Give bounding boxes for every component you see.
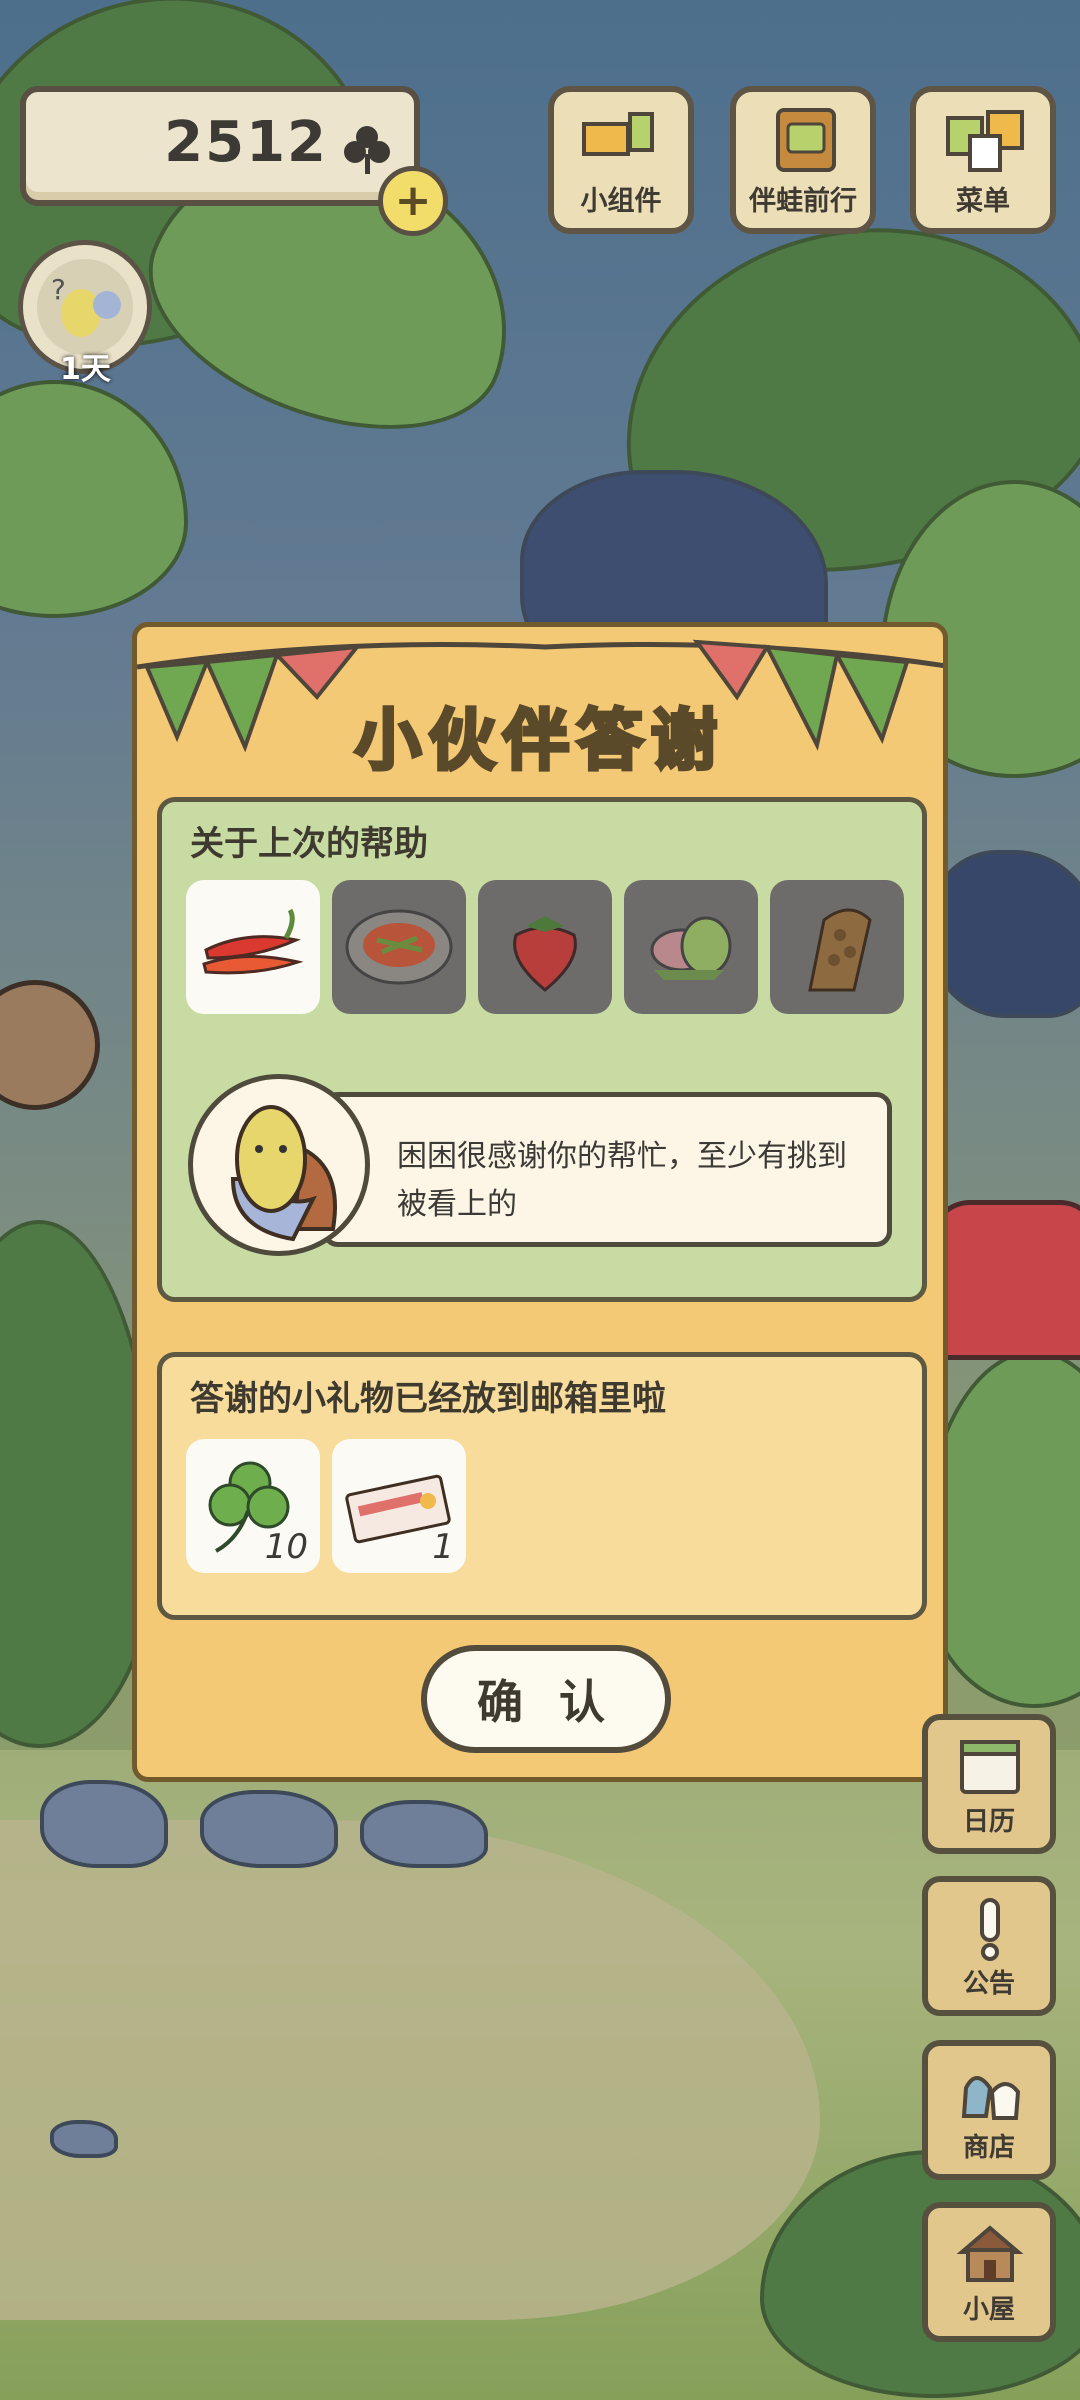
house-label: 小屋 [962,2295,1015,2325]
salad-plate-icon [345,909,453,985]
notice-label: 公告 [962,1969,1015,1999]
widget-icon [582,112,654,156]
notice-icon [980,1898,1000,1961]
calendar-button[interactable]: 日历 [922,1714,1056,1854]
add-clover-button[interactable]: + [378,166,448,236]
journey-book-icon [776,108,836,172]
item-strawberry[interactable] [478,880,612,1014]
widget-button[interactable]: 小组件 [548,86,694,234]
dialog-title: 小伙伴答谢 [353,700,725,781]
mochi-icon [650,916,732,980]
gift-heading: 答谢的小礼物已经放到邮箱里啦 [190,1379,666,1419]
confirm-button[interactable]: 确 认 [421,1645,671,1753]
shop-bags-icon [961,2076,1021,2120]
rock [40,1780,168,1868]
journey-button[interactable]: 伴蛙前行 [730,86,876,234]
rice-cracker-icon [808,908,872,992]
item-chili-peppers[interactable] [186,880,320,1014]
avatar-day-label: 1天 [60,352,111,387]
notice-button[interactable]: 公告 [922,1876,1056,2016]
stone-lantern [930,850,1080,1018]
calendar-icon [960,1740,1020,1794]
mailbox[interactable] [930,1200,1080,1360]
chili-peppers-icon [202,908,304,975]
shop-button[interactable]: 商店 [922,2040,1056,2180]
gift-panel: 答谢的小礼物已经放到邮箱里啦 10 1 [157,1352,927,1620]
speech-bubble: 困困很感谢你的帮忙，至少有挑到被看上的 [322,1092,892,1247]
item-mochi[interactable] [624,880,758,1014]
clover-count: 2512 [164,110,328,175]
journey-label: 伴蛙前行 [749,186,857,217]
rock [360,1800,488,1868]
help-item-row [186,880,904,1014]
gift-ticket[interactable]: 1 [332,1439,466,1573]
menu-label: 菜单 [956,186,1010,217]
background-leaf [0,380,188,618]
menu-cards-icon [946,110,1024,172]
gift-count: 10 [264,1527,308,1567]
svg-text:?: ? [51,273,66,306]
house-icon [956,2225,1024,2282]
thanks-message: 困困很感谢你的帮忙，至少有挑到被看上的 [397,1139,847,1222]
menu-button[interactable]: 菜单 [910,86,1056,234]
clover-currency-display: 2512 [20,86,420,206]
rock [200,1790,338,1868]
help-heading: 关于上次的帮助 [190,824,428,864]
friend-thanks-dialog: 小伙伴答谢 关于上次的帮助 困困很感谢你的帮忙，至少有挑到被看上的 答谢的小礼物… [132,622,948,1782]
gift-count: 1 [432,1527,454,1567]
house-button[interactable]: 小屋 [922,2202,1056,2342]
calendar-label: 日历 [962,1807,1015,1837]
gift-clover[interactable]: 10 [186,1439,320,1573]
speaker-portrait [188,1074,370,1256]
help-panel: 关于上次的帮助 困困很感谢你的帮忙，至少有挑到被看上的 [157,797,927,1302]
bird-friend-portrait-icon [230,1105,337,1242]
visitor-creature[interactable] [0,980,100,1110]
strawberry-icon [513,916,577,992]
item-rice-cracker[interactable] [770,880,904,1014]
rock [50,2120,118,2158]
widget-label: 小组件 [580,186,662,217]
clover-icon [344,126,390,174]
gift-row: 10 1 [186,1439,466,1573]
item-salad-plate[interactable] [332,880,466,1014]
shop-label: 商店 [962,2133,1015,2163]
